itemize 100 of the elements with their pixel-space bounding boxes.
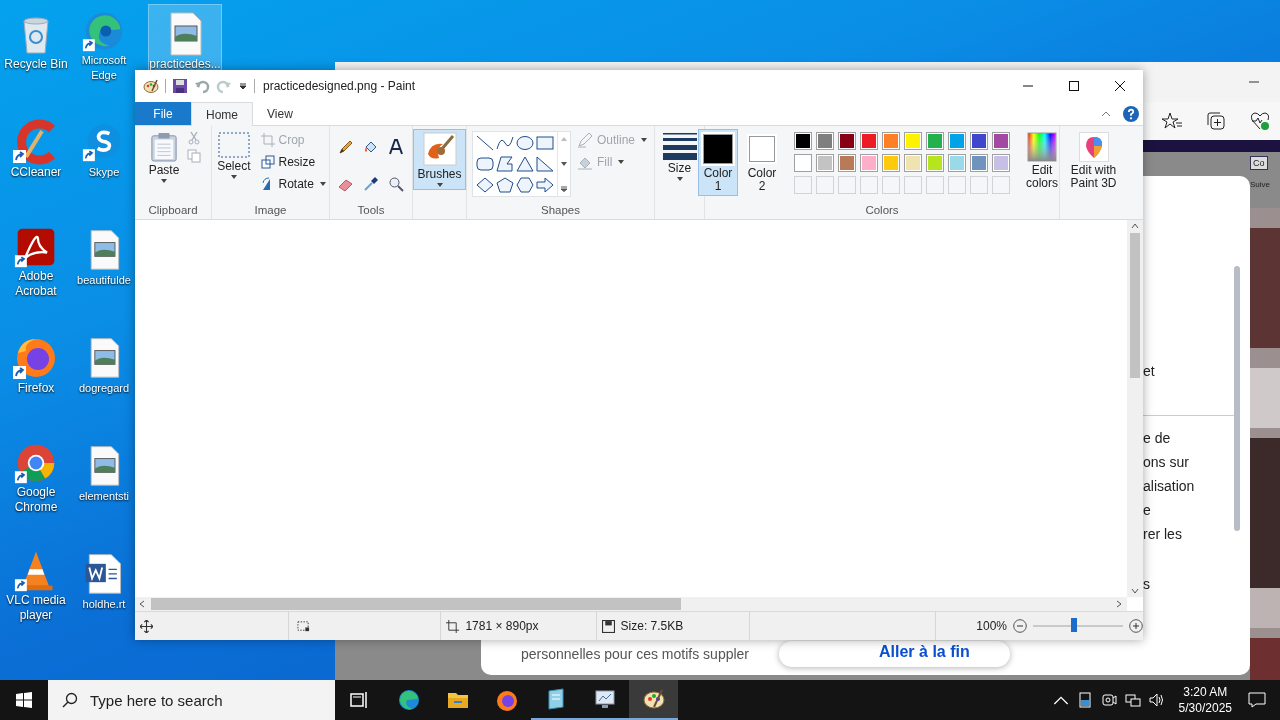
color-picker-icon[interactable] — [363, 175, 379, 192]
rotate-button[interactable]: Rotate — [258, 175, 328, 193]
empty-swatch[interactable] — [992, 176, 1010, 194]
health-icon[interactable] — [1250, 111, 1270, 131]
palette-swatch[interactable] — [970, 154, 988, 172]
triangle-icon[interactable] — [516, 156, 534, 172]
empty-swatch[interactable] — [794, 176, 812, 194]
empty-swatch[interactable] — [838, 176, 856, 194]
scroll-down-icon[interactable] — [1131, 588, 1139, 594]
magnifier-icon[interactable] — [388, 175, 404, 192]
palette-swatch[interactable] — [904, 132, 922, 150]
ribbon-tab[interactable]: View — [253, 102, 307, 125]
fill-bucket-icon[interactable] — [363, 139, 379, 155]
collapse-ribbon-icon[interactable] — [1101, 110, 1111, 117]
clock-date[interactable]: 5/30/2025 — [1178, 700, 1232, 716]
scrollbar-thumb[interactable] — [151, 598, 681, 610]
desktop-icon[interactable]: Microsoft Edge — [74, 5, 134, 83]
empty-swatch[interactable] — [882, 176, 900, 194]
desktop-icon[interactable]: holdhe.rt — [74, 545, 134, 623]
palette-swatch[interactable] — [838, 132, 856, 150]
scroll-down-icon[interactable] — [560, 161, 568, 167]
desktop-icon[interactable]: Firefox — [0, 329, 72, 407]
palette-swatch[interactable] — [794, 154, 812, 172]
device-icon[interactable] — [1076, 692, 1093, 708]
palette-swatch[interactable] — [948, 154, 966, 172]
empty-swatch[interactable] — [904, 176, 922, 194]
palette-swatch[interactable] — [904, 154, 922, 172]
oval-icon[interactable] — [516, 135, 534, 151]
curve-icon[interactable] — [496, 135, 514, 151]
select-button[interactable]: Select — [213, 129, 255, 182]
scroll-left-icon[interactable] — [139, 600, 145, 608]
customize-caret-icon[interactable] — [238, 81, 248, 91]
palette-swatch[interactable] — [816, 154, 834, 172]
clock-time[interactable]: 3:20 AM — [1183, 684, 1228, 700]
color-slot-button[interactable]: Color 2 — [742, 129, 782, 196]
desktop-icon[interactable]: Recycle Bin — [0, 5, 72, 83]
windows-start-icon[interactable] — [16, 692, 32, 708]
expand-gallery-icon[interactable] — [560, 186, 568, 192]
empty-swatch[interactable] — [948, 176, 966, 194]
paste-button[interactable]: Paste — [144, 129, 184, 186]
pentagon-icon[interactable] — [496, 177, 514, 193]
desktop-icon[interactable]: elementsti — [74, 437, 134, 515]
pencil-icon[interactable] — [338, 139, 354, 155]
line-icon[interactable] — [476, 135, 494, 151]
text-tool-icon[interactable] — [388, 139, 404, 155]
page-button[interactable]: Co — [1250, 156, 1268, 170]
palette-swatch[interactable] — [794, 132, 812, 150]
zoom-slider-thumb[interactable] — [1071, 618, 1078, 632]
empty-swatch[interactable] — [860, 176, 878, 194]
save-icon[interactable] — [172, 78, 188, 94]
desktop-icon[interactable]: Google Chrome — [0, 437, 72, 515]
collections-icon[interactable] — [1206, 111, 1226, 131]
palette-swatch[interactable] — [860, 154, 878, 172]
palette-swatch[interactable] — [992, 154, 1010, 172]
palette-swatch[interactable] — [992, 132, 1010, 150]
rounded-rectangle-icon[interactable] — [476, 156, 494, 172]
desktop-icon[interactable]: Skype — [74, 113, 134, 191]
palette-swatch[interactable] — [926, 132, 944, 150]
desktop-icon[interactable]: VLC media player — [0, 545, 72, 623]
search-box[interactable]: Type here to search — [48, 680, 335, 720]
volume-icon[interactable] — [1148, 692, 1165, 708]
scroll-right-icon[interactable] — [1116, 600, 1122, 608]
size-button[interactable]: Size — [658, 129, 701, 184]
arrow-icon[interactable] — [536, 177, 554, 193]
empty-swatch[interactable] — [926, 176, 944, 194]
empty-swatch[interactable] — [970, 176, 988, 194]
network-icon[interactable] — [1124, 692, 1141, 708]
desktop-icon[interactable]: beautifulde — [74, 221, 134, 299]
palette-swatch[interactable] — [882, 154, 900, 172]
hexagon-icon[interactable] — [516, 177, 534, 193]
empty-swatch[interactable] — [816, 176, 834, 194]
zoom-in-icon[interactable] — [1129, 619, 1143, 633]
palette-swatch[interactable] — [860, 132, 878, 150]
scrollbar[interactable] — [1234, 266, 1240, 531]
scroll-to-end-button[interactable]: Aller à la fin — [779, 641, 1010, 667]
scrollbar-thumb[interactable] — [1130, 233, 1140, 378]
resize-button[interactable]: Resize — [258, 153, 328, 171]
ribbon-tab[interactable]: Home — [191, 102, 253, 126]
scroll-up-icon[interactable] — [1131, 223, 1139, 229]
desktop-icon[interactable]: CCleaner — [0, 113, 72, 191]
favorites-icon[interactable] — [1162, 111, 1182, 131]
color-slot-button[interactable]: Color 1 — [698, 129, 738, 196]
notifications-icon[interactable] — [1248, 692, 1266, 708]
paint-3d-button[interactable]: Edit with Paint 3D — [1059, 129, 1128, 193]
brushes-button[interactable]: Brushes — [413, 129, 466, 190]
zoom-out-icon[interactable] — [1013, 619, 1027, 633]
paint-taskbar-button[interactable] — [629, 680, 678, 720]
desktop-icon[interactable]: Adobe Acrobat — [0, 221, 72, 299]
palette-swatch[interactable] — [948, 132, 966, 150]
right-triangle-icon[interactable] — [536, 156, 554, 172]
help-icon[interactable] — [1123, 105, 1139, 122]
file-menu-tab[interactable]: File — [135, 102, 191, 125]
desktop-icon[interactable]: dogregard — [74, 329, 134, 407]
palette-swatch[interactable] — [970, 132, 988, 150]
search-field[interactable]: Type here to search — [88, 690, 332, 710]
nav-link[interactable]: Suive — [1250, 180, 1270, 189]
diamond-icon[interactable] — [476, 177, 494, 193]
polygon-icon[interactable] — [496, 156, 514, 172]
camera-icon[interactable] — [1100, 692, 1117, 708]
palette-swatch[interactable] — [816, 132, 834, 150]
